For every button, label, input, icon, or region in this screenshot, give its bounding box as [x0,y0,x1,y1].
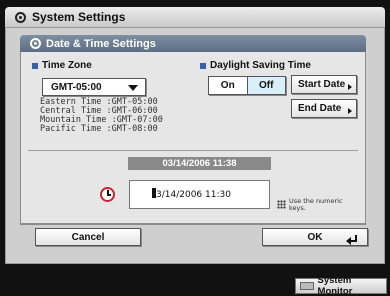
gear-icon [30,38,41,49]
bullet-icon [32,62,38,69]
cancel-button[interactable]: Cancel [35,228,141,246]
screen: System Settings Date & Time Settings Tim… [0,0,390,296]
daylight-heading: Daylight Saving Time [200,60,311,71]
dialog-title: Date & Time Settings [46,37,156,50]
section-divider [28,150,358,151]
dialog-titlebar: Date & Time Settings [20,35,366,52]
daylight-on-button[interactable]: On [209,77,247,94]
time-zone-item: Pacific Time :GMT-08:00 [40,124,158,134]
ok-label: OK [307,231,323,243]
time-zone-heading: Time Zone [32,60,92,71]
enter-icon [346,235,357,245]
time-zone-list: Eastern Time :GMT-05:00 Central Time :GM… [40,98,163,134]
gear-icon [15,11,26,23]
current-datetime: 03/14/2006 11:38 [128,157,271,170]
footer-divider [20,224,366,225]
numeric-keys-hint: Use the numeric keys. [289,197,343,212]
start-date-button[interactable]: Start Date [291,75,357,94]
time-zone-label: Time Zone [42,60,92,71]
datetime-input-value: 3/14/2006 11:30 [156,190,231,200]
bullet-icon [200,62,206,69]
time-zone-dropdown[interactable]: GMT-05:00 [42,78,146,96]
start-date-label: Start Date [298,79,346,90]
time-zone-selected: GMT-05:00 [51,81,102,93]
keypad-icon [277,200,286,209]
daylight-off-button[interactable]: Off [246,77,285,94]
end-date-button[interactable]: End Date [291,99,357,118]
chevron-down-icon [128,85,138,91]
system-monitor-button[interactable]: System Monitor [295,275,387,296]
window-titlebar: System Settings [5,7,385,27]
ok-button[interactable]: OK [262,228,368,246]
end-date-label: End Date [298,103,342,114]
daylight-label: Daylight Saving Time [210,60,311,71]
monitor-icon [300,282,314,290]
chevron-right-icon [348,84,352,90]
daylight-toggle: On Off [208,76,286,95]
cancel-label: Cancel [71,231,105,243]
window-title: System Settings [32,10,126,24]
clock-icon [100,187,115,202]
chevron-right-icon [348,108,352,114]
datetime-input[interactable]: 3/14/2006 11:30 [129,180,270,209]
system-monitor-label: System Monitor [317,275,353,296]
